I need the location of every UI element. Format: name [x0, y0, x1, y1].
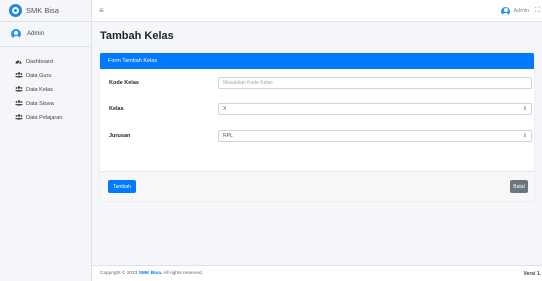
- batal-button[interactable]: Batal: [510, 180, 528, 193]
- page-title: Tambah Kelas: [100, 30, 174, 42]
- top-user-menu[interactable]: Admin ⛶: [500, 0, 542, 22]
- sidebar-item-data-guru[interactable]: Data Guru: [0, 69, 91, 83]
- tambah-button[interactable]: Tambah: [108, 180, 136, 193]
- sidebar-item-dashboard[interactable]: Dashboard: [0, 55, 91, 69]
- kode-kelas-input[interactable]: Masukkan Kode Kelas: [218, 77, 532, 89]
- form-card-header: Form Tambah Kelas: [100, 53, 534, 69]
- jurusan-select-value: RPL: [223, 133, 233, 139]
- user-panel[interactable]: Admin: [0, 22, 91, 47]
- sidebar-item-label: Data Siswa: [26, 101, 54, 107]
- sidebar: SMK Bisa Admin Dashboard Data Guru Data …: [0, 0, 92, 281]
- kelas-select-value: X: [223, 106, 227, 112]
- dashboard-icon: [14, 58, 23, 66]
- sidebar-item-label: Data Pelajaran: [26, 115, 63, 121]
- version-text: Versi 1.: [523, 270, 541, 277]
- form-row-kelas: Kelas X ⇕: [100, 103, 534, 115]
- copyright-text: Copyright © 2023 SMK Bisa. All rights re…: [100, 271, 203, 276]
- kelas-select[interactable]: X ⇕: [218, 103, 532, 115]
- form-card: Form Tambah Kelas Kode Kelas Masukkan Ko…: [100, 53, 534, 201]
- kelas-label: Kelas: [109, 106, 124, 112]
- user-avatar-icon: [11, 29, 21, 39]
- sidebar-item-data-siswa[interactable]: Data Siswa: [0, 97, 91, 111]
- sidebar-item-data-kelas[interactable]: Data Kelas: [0, 83, 91, 97]
- sidebar-user-name: Admin: [27, 31, 45, 37]
- users-icon: [14, 114, 23, 122]
- sidebar-item-label: Data Guru: [26, 73, 52, 79]
- select-caret-icon: ⇕: [522, 133, 527, 139]
- form-row-jurusan: Jurusan RPL ⇕: [100, 130, 534, 142]
- jurusan-label: Jurusan: [109, 133, 131, 139]
- copyright-suffix: All rights reserved.: [162, 271, 203, 276]
- form-row-kode-kelas: Kode Kelas Masukkan Kode Kelas: [100, 77, 534, 89]
- form-card-footer: Tambah Batal: [100, 171, 534, 201]
- top-navbar: ≡ Admin ⛶: [92, 0, 542, 22]
- sidebar-item-data-pelajaran[interactable]: Data Pelajaran: [0, 111, 91, 125]
- footer-brand-link[interactable]: SMK Bisa.: [139, 271, 162, 276]
- select-caret-icon: ⇕: [522, 106, 527, 112]
- copyright-prefix: Copyright © 2023: [100, 271, 139, 276]
- sidebar-item-label: Data Kelas: [26, 87, 53, 93]
- main-content: Tambah Kelas Form Tambah Kelas Kode Kela…: [92, 22, 542, 265]
- brand-name: SMK Bisa: [26, 6, 59, 15]
- kode-kelas-label: Kode Kelas: [109, 80, 139, 86]
- jurusan-select[interactable]: RPL ⇕: [218, 130, 532, 142]
- top-user-name: Admin: [513, 8, 530, 14]
- brand-link[interactable]: SMK Bisa: [0, 0, 91, 22]
- sidebar-nav: Dashboard Data Guru Data Kelas Data Sisw…: [0, 47, 91, 125]
- page-footer: Copyright © 2023 SMK Bisa. All rights re…: [92, 265, 542, 281]
- users-icon: [14, 100, 23, 108]
- brand-logo-icon: [9, 4, 22, 17]
- hamburger-icon[interactable]: ≡: [99, 6, 104, 15]
- expand-icon[interactable]: ⛶: [535, 7, 540, 15]
- top-avatar-icon: [500, 6, 510, 16]
- sidebar-item-label: Dashboard: [26, 59, 53, 65]
- users-icon: [14, 72, 23, 80]
- users-icon: [14, 86, 23, 94]
